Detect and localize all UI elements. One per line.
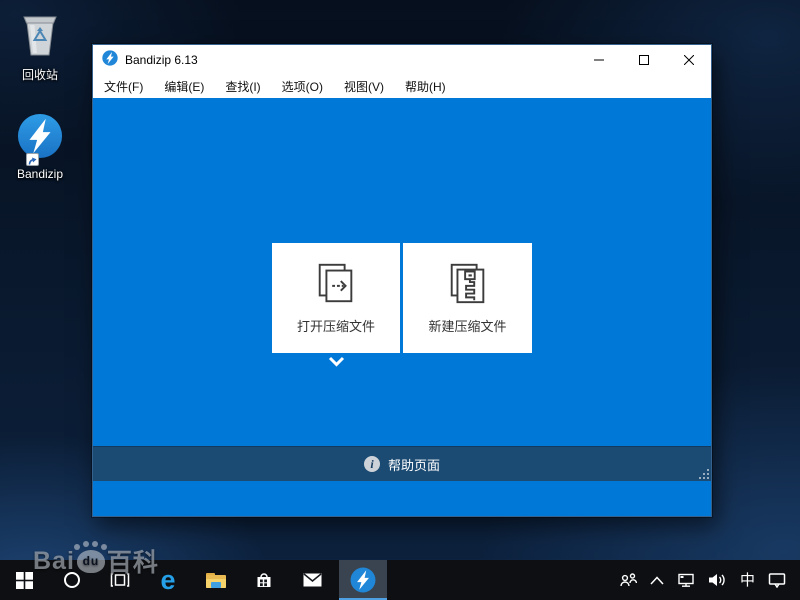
bandizip-taskbar-button[interactable] <box>339 560 387 600</box>
file-explorer-button[interactable] <box>192 560 240 600</box>
open-archive-label: 打开压缩文件 <box>297 316 375 335</box>
bandizip-shortcut-label: Bandizip <box>8 167 72 181</box>
new-archive-button[interactable]: 新建压缩文件 <box>403 243 532 353</box>
store-button[interactable] <box>240 560 288 600</box>
tray-overflow-chevron-icon[interactable] <box>650 576 664 585</box>
menu-help[interactable]: 帮助(H) <box>405 78 446 95</box>
cortana-circle-icon <box>63 571 81 589</box>
system-tray: 中 <box>619 560 800 600</box>
menu-bar: 文件(F) 编辑(E) 查找(I) 选项(O) 视图(V) 帮助(H) <box>93 75 711 98</box>
minimize-icon <box>594 55 604 65</box>
edge-icon: e <box>160 567 175 594</box>
recycle-bin-label: 回收站 <box>8 66 72 83</box>
help-page-label: 帮助页面 <box>388 455 440 474</box>
bandizip-desktop-shortcut[interactable]: Bandizip <box>8 113 72 181</box>
close-icon <box>684 55 694 65</box>
bandizip-window: Bandizip 6.13 文件(F) 编辑(E) 查找(I) 选项(O) 视图… <box>92 44 712 517</box>
menu-find[interactable]: 查找(I) <box>225 78 260 95</box>
task-view-button[interactable] <box>96 560 144 600</box>
open-dropdown-chevron-icon[interactable] <box>328 355 345 369</box>
menu-options[interactable]: 选项(O) <box>282 78 323 95</box>
new-archive-label: 新建压缩文件 <box>428 316 506 335</box>
volume-icon[interactable] <box>708 572 727 588</box>
mail-icon <box>303 573 322 587</box>
menu-file[interactable]: 文件(F) <box>104 78 143 95</box>
window-title: Bandizip 6.13 <box>125 53 198 67</box>
help-page-bar[interactable]: i 帮助页面 <box>93 446 711 481</box>
maximize-button[interactable] <box>621 45 666 75</box>
shortcut-arrow-icon <box>26 153 39 166</box>
people-icon[interactable] <box>619 572 637 588</box>
info-icon: i <box>364 456 380 472</box>
network-icon[interactable] <box>677 572 695 588</box>
minimize-button[interactable] <box>576 45 621 75</box>
open-archive-button[interactable]: 打开压缩文件 <box>272 243 400 353</box>
new-archive-icon <box>445 260 491 306</box>
search-button[interactable] <box>48 560 96 600</box>
bandizip-taskbar-icon <box>350 567 376 593</box>
bandizip-logo-icon <box>17 113 63 164</box>
file-explorer-icon <box>206 573 226 588</box>
store-icon <box>255 571 273 589</box>
main-area: 打开压缩文件 新建压缩文件 i 帮助页面 <box>93 98 711 481</box>
resize-grip[interactable] <box>698 468 709 479</box>
action-center-icon[interactable] <box>768 572 786 588</box>
ime-indicator[interactable]: 中 <box>740 573 755 588</box>
menu-view[interactable]: 视图(V) <box>344 78 384 95</box>
start-button[interactable] <box>0 560 48 600</box>
windows-logo-icon <box>16 572 33 589</box>
edge-button[interactable]: e <box>144 560 192 600</box>
recycle-bin-desktop-icon[interactable]: 回收站 <box>8 10 72 83</box>
app-icon <box>102 50 118 71</box>
open-archive-icon <box>313 260 359 306</box>
maximize-icon <box>639 55 649 65</box>
task-view-icon <box>110 572 130 588</box>
recycle-bin-icon <box>17 45 63 62</box>
title-bar[interactable]: Bandizip 6.13 <box>93 45 711 75</box>
close-button[interactable] <box>666 45 711 75</box>
mail-button[interactable] <box>288 560 336 600</box>
menu-edit[interactable]: 编辑(E) <box>164 78 204 95</box>
taskbar: e <box>0 560 800 600</box>
